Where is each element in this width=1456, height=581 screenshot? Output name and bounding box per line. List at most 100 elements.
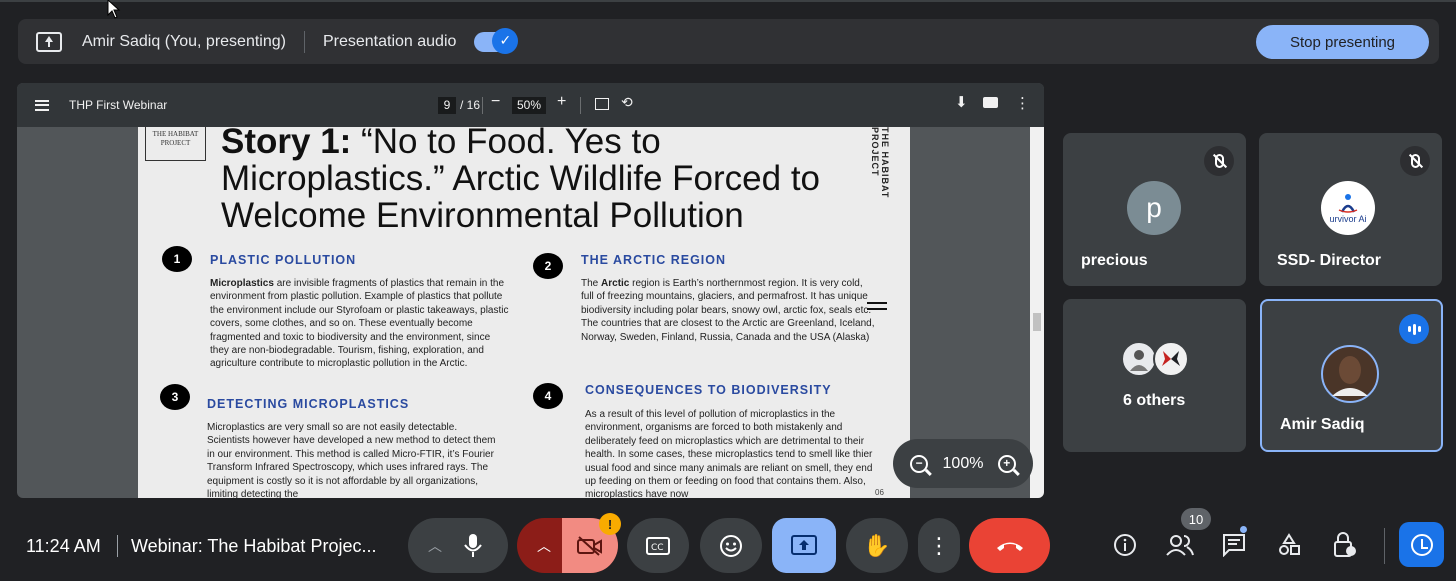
emoji-reactions-button[interactable] — [700, 518, 762, 573]
meeting-timer-button[interactable] — [1399, 522, 1444, 567]
section-lead-pre: The — [581, 278, 602, 289]
section-title: THE ARCTIC REGION — [581, 253, 727, 267]
chat-notification-dot — [1240, 526, 1247, 533]
end-call-icon — [996, 542, 1023, 551]
participant-tile-amir-sadiq[interactable]: Amir Sadiq — [1260, 299, 1443, 452]
captions-icon: CC — [646, 536, 670, 555]
avatar — [1321, 345, 1379, 403]
present-icon — [791, 534, 817, 555]
stop-presenting-button[interactable]: Stop presenting — [1256, 25, 1429, 59]
menu-icon[interactable] — [35, 99, 49, 111]
avatar: urvivor Ai — [1321, 181, 1375, 235]
annotation-mark — [867, 302, 887, 310]
side-vertical-text: THE HABIBAT PROJECT — [870, 127, 890, 199]
pdf-viewer: THP First Webinar 9 / 16 − 50% + ⟲ ⬇ ⋮ T… — [17, 83, 1044, 498]
section-title: CONSEQUENCES TO BIODIVERSITY — [585, 383, 832, 397]
page-number-input[interactable]: 9 — [438, 97, 456, 114]
print-icon[interactable] — [983, 97, 998, 108]
captions-button[interactable]: CC — [627, 518, 689, 573]
zoom-level-input[interactable]: 50% — [512, 97, 546, 114]
participant-tile-precious[interactable]: p precious — [1063, 133, 1246, 286]
more-vert-icon: ⋮ — [928, 532, 950, 558]
video-options-caret-icon[interactable]: ︿ — [537, 536, 551, 556]
presentation-audio-label: Presentation audio — [322, 32, 457, 50]
others-avatar-1 — [1121, 341, 1157, 377]
presenting-bar: Amir Sadiq (You, presenting) Presentatio… — [18, 19, 1439, 64]
logo-text: THE HABIBAT PROJECT — [152, 130, 199, 147]
camera-warning-icon: ! — [599, 513, 621, 535]
section-number: 3 — [160, 384, 190, 410]
document-title: THP First Webinar — [69, 98, 168, 112]
participant-tile-others[interactable]: 6 others — [1063, 299, 1246, 452]
microphone-icon[interactable] — [464, 533, 482, 558]
page-total: / 16 — [460, 98, 481, 112]
alarm-clock-icon — [1410, 533, 1433, 556]
story-headline: Story 1: “No to Food. Yes to Microplasti… — [221, 127, 871, 234]
mouse-cursor-icon — [107, 0, 121, 19]
section-title: PLASTIC POLLUTION — [210, 253, 357, 267]
emoji-icon — [720, 534, 742, 557]
pdf-toolbar: THP First Webinar 9 / 16 − 50% + ⟲ ⬇ ⋮ — [17, 83, 1044, 127]
zoom-out-icon[interactable]: − — [910, 454, 929, 473]
avatar-text: urvivor Ai — [1329, 214, 1367, 224]
others-avatar-2 — [1153, 341, 1189, 377]
download-icon[interactable]: ⬇ — [955, 93, 968, 111]
hand-icon: ✋ — [863, 532, 891, 558]
toolbar-divider — [482, 97, 483, 114]
checkmark-icon: ✓ — [492, 27, 519, 54]
divider — [303, 30, 305, 53]
section-body: Microplastics are invisible fragments of… — [210, 277, 510, 371]
presentation-audio-toggle[interactable]: ✓ — [474, 27, 519, 54]
speaking-indicator-icon — [1399, 314, 1429, 344]
section-body: As a result of this level of pollution o… — [585, 409, 873, 498]
person-icon — [1130, 350, 1148, 371]
section-body: Microplastics are very small so are not … — [207, 422, 496, 498]
headline-bold: Story 1: — [221, 127, 352, 161]
mic-off-icon — [1400, 146, 1430, 176]
audio-control-group: ︿ — [408, 518, 508, 573]
section-lead: Microplastics — [210, 278, 274, 289]
meeting-details-icon[interactable] — [1110, 530, 1140, 560]
zoom-out-button[interactable]: − — [491, 93, 500, 111]
chat-icon[interactable] — [1219, 530, 1249, 560]
zoom-in-button[interactable]: + — [557, 93, 566, 111]
meeting-controls-bar: 11:24 AM Webinar: The Habibat Projec... … — [0, 508, 1456, 581]
participant-name: SSD- Director — [1277, 252, 1382, 269]
floating-zoom-level: 100% — [942, 454, 984, 472]
rotate-icon[interactable]: ⟲ — [621, 94, 633, 111]
audio-options-caret-icon[interactable]: ︿ — [428, 536, 442, 556]
section-text: are invisible fragments of plastics that… — [210, 278, 509, 370]
svg-text:CC: CC — [651, 543, 664, 553]
current-time: 11:24 AM — [26, 536, 101, 556]
toolbar-divider — [580, 97, 581, 114]
present-screen-icon — [36, 31, 62, 52]
vertical-scrollbar[interactable] — [1030, 127, 1044, 498]
host-controls-icon[interactable] — [1329, 530, 1359, 560]
section-number: 1 — [162, 246, 192, 272]
mic-off-icon — [1204, 146, 1234, 176]
avatar: p — [1127, 181, 1181, 235]
section-lead: Arctic — [601, 278, 630, 289]
fit-page-icon[interactable] — [595, 98, 609, 110]
participant-name: precious — [1081, 252, 1148, 269]
section-title: DETECTING MICROPLASTICS — [207, 397, 410, 411]
participant-name: 6 others — [1123, 392, 1186, 409]
more-options-icon[interactable]: ⋮ — [1015, 94, 1030, 112]
divider — [117, 535, 118, 557]
camera-off-icon — [577, 535, 602, 556]
top-divider — [0, 0, 1456, 2]
present-now-button[interactable] — [772, 518, 836, 573]
scrollbar-thumb[interactable] — [1033, 313, 1041, 331]
activities-icon[interactable] — [1274, 530, 1304, 560]
leave-call-button[interactable] — [969, 518, 1050, 573]
survivor-logo-icon — [1338, 194, 1358, 213]
more-options-button[interactable]: ⋮ — [918, 518, 960, 573]
pdf-page: THE HABIBAT PROJECT Story 1: “No to Food… — [138, 127, 910, 498]
participant-tile-ssd-director[interactable]: urvivor Ai SSD- Director — [1259, 133, 1442, 286]
meeting-title[interactable]: Webinar: The Habibat Projec... — [131, 536, 376, 557]
butterfly-icon — [1162, 351, 1180, 366]
raise-hand-button[interactable]: ✋ — [846, 518, 908, 573]
people-icon[interactable] — [1165, 530, 1195, 560]
zoom-in-icon[interactable]: + — [997, 454, 1016, 473]
section-body: The Arctic region is Earth’s northernmos… — [581, 277, 876, 344]
